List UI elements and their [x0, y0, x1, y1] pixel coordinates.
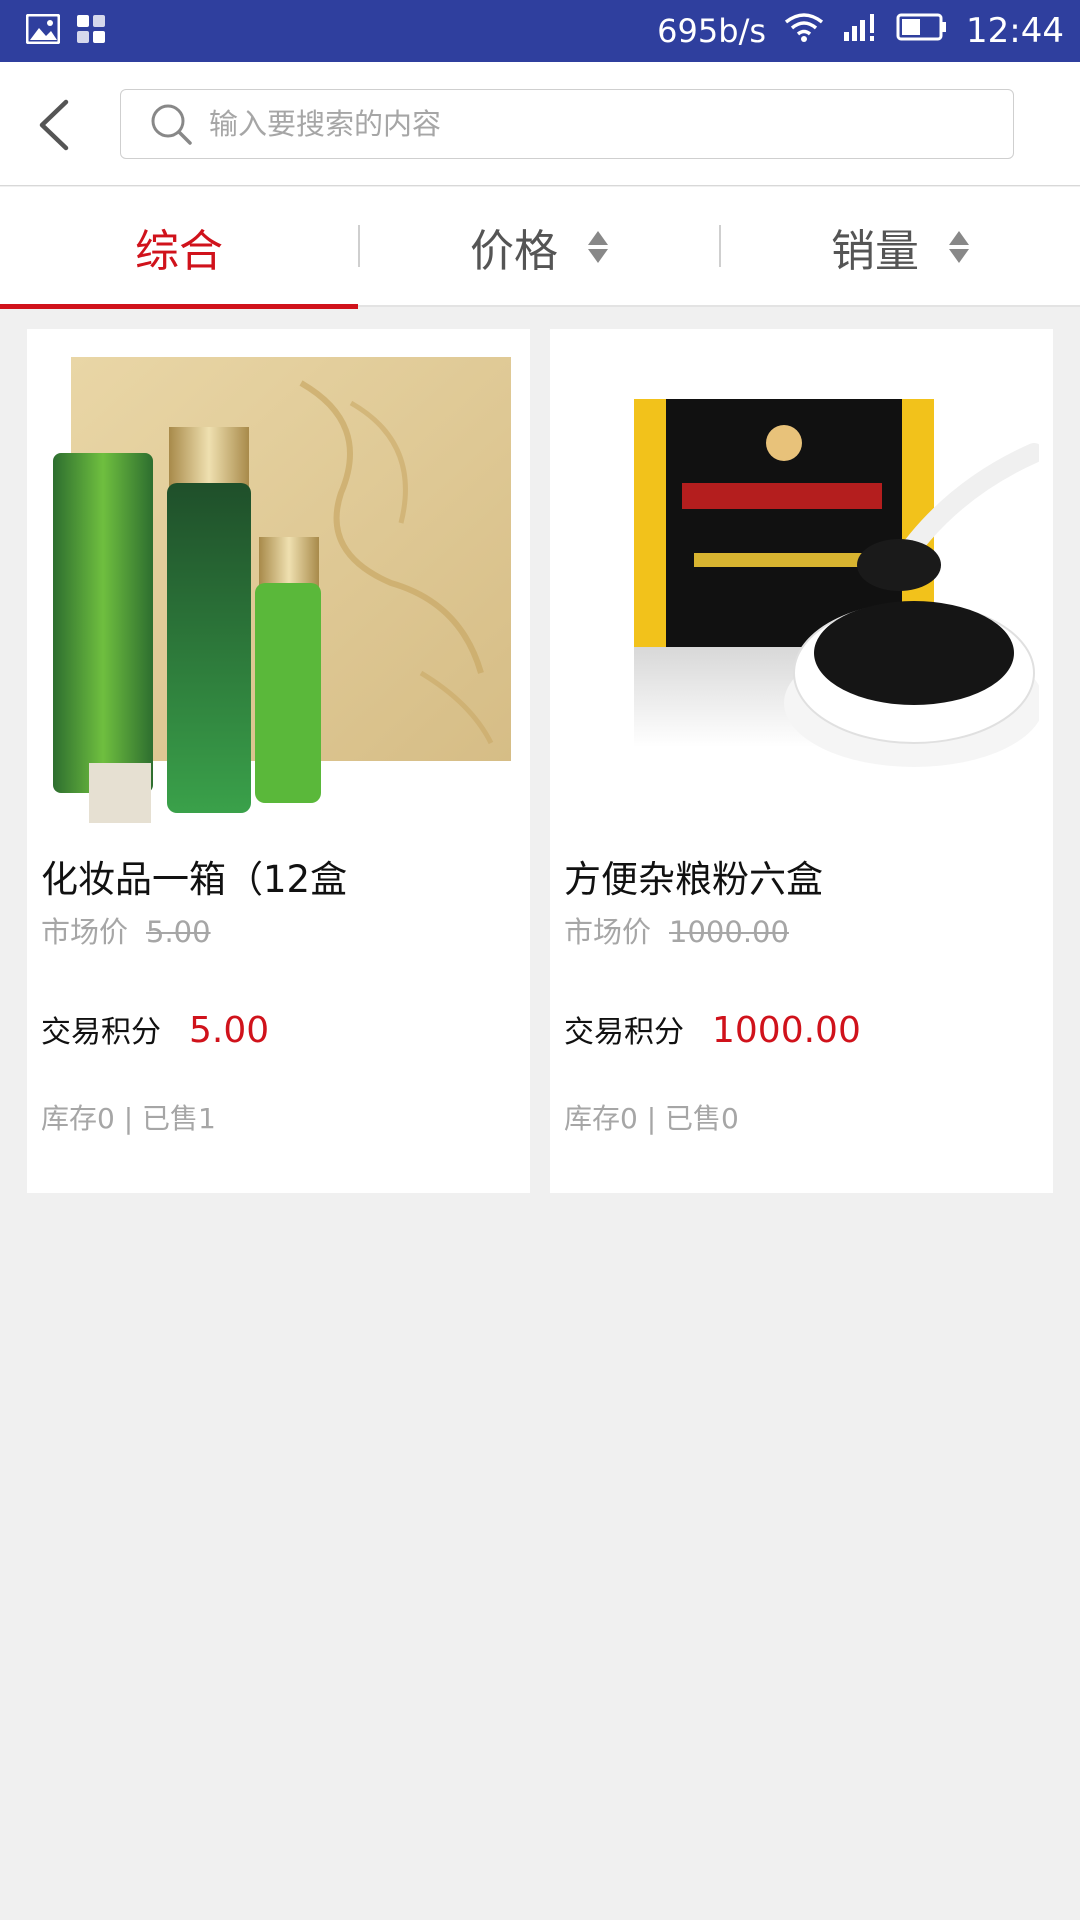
status-system-icons: 695b/s 12:44: [657, 0, 1064, 62]
market-price: 市场价 1000.00: [564, 909, 789, 951]
active-tab-indicator: [0, 304, 358, 309]
tab-sales[interactable]: 销量: [721, 187, 1079, 307]
product-image-grain-powder: [564, 343, 1039, 1123]
trade-points: 交易积分 5.00: [41, 1007, 269, 1051]
product-card[interactable]: 方便杂粮粉六盒 市场价 1000.00 交易积分 1000.00 库存0 | 已售…: [550, 329, 1053, 1193]
product-image-cosmetics: [41, 343, 516, 1123]
market-price: 市场价 5.00: [41, 909, 211, 951]
back-button[interactable]: [18, 90, 88, 160]
market-price-label: 市场价: [564, 915, 652, 949]
stock-sold: 库存0 | 已售0: [564, 1102, 739, 1135]
trade-points-label: 交易积分: [564, 1015, 684, 1050]
wifi-icon: [784, 12, 824, 50]
search-icon: [151, 104, 192, 145]
market-price-value: 5.00: [146, 915, 211, 949]
trade-points-label: 交易积分: [41, 1015, 161, 1050]
stock-sold: 库存0 | 已售1: [41, 1102, 216, 1135]
product-title: 方便杂粮粉六盒: [564, 858, 823, 901]
search-box[interactable]: [120, 89, 1014, 159]
search-input[interactable]: [207, 106, 987, 142]
trade-points-value: 5.00: [189, 1010, 270, 1051]
clock: 12:44: [966, 11, 1064, 51]
trade-points-value: 1000.00: [712, 1010, 861, 1051]
tab-price[interactable]: 价格: [360, 187, 718, 307]
signal-icon: [842, 12, 878, 50]
market-price-label: 市场价: [41, 915, 129, 949]
battery-icon: [896, 12, 948, 50]
sort-arrows-icon: [588, 231, 608, 263]
apps-notification-icon: [76, 14, 106, 48]
sort-bar: 综合 价格 销量: [0, 187, 1080, 309]
market-price-value: 1000.00: [669, 915, 789, 949]
tab-comprehensive[interactable]: 综合: [0, 187, 358, 309]
tab-sales-label: 销量: [831, 226, 919, 277]
network-speed: 695b/s: [657, 12, 767, 50]
product-title: 化妆品一箱（12盒: [41, 858, 348, 901]
sort-arrows-icon: [949, 231, 969, 263]
tab-price-label: 价格: [470, 226, 558, 277]
tab-comprehensive-label: 综合: [135, 226, 223, 277]
image-notification-icon: [25, 13, 61, 48]
status-notification-icons: [25, 13, 106, 48]
trade-points: 交易积分 1000.00: [564, 1007, 861, 1051]
status-bar: 695b/s 12:44: [0, 0, 1080, 62]
back-arrow-icon: [39, 99, 69, 151]
search-header: [0, 62, 1080, 186]
product-card[interactable]: 化妆品一箱（12盒 市场价 5.00 交易积分 5.00 库存0 | 已售1: [27, 329, 530, 1193]
